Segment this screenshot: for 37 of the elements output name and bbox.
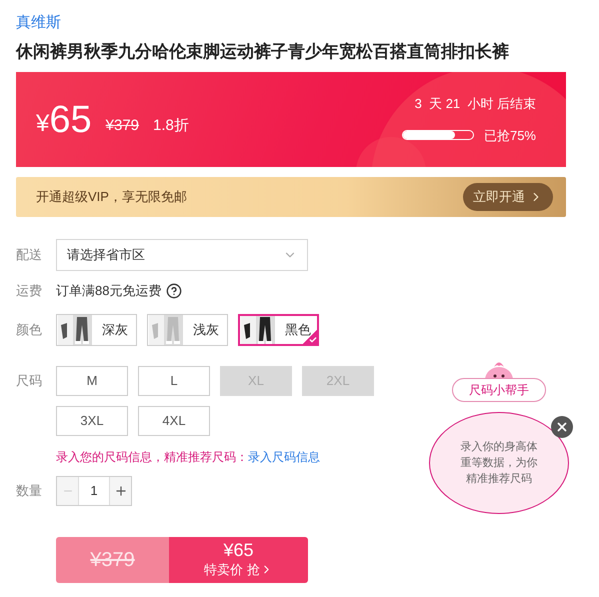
region-select[interactable]: 请选择省市区 (56, 239, 308, 271)
size-info-link[interactable]: 录入尺码信息 (248, 448, 320, 466)
help-icon[interactable] (166, 282, 182, 299)
countdown-text: 3 天 21 小时 后结束 (414, 95, 536, 113)
quantity-input[interactable]: 1 (79, 476, 109, 504)
discount-text: 1.8折 (153, 116, 189, 136)
close-button[interactable] (551, 416, 573, 438)
size-option[interactable]: L (138, 366, 210, 396)
helper-title-badge[interactable]: 尺码小帮手 (452, 378, 546, 402)
close-icon (555, 420, 569, 434)
sold-percent: 已抢75% (484, 126, 536, 144)
original-price: ¥379 (106, 116, 140, 136)
field-label: 尺码 (16, 372, 43, 390)
vip-text: 开通超级VIP，享无限免邮 (36, 188, 187, 206)
color-option[interactable]: 浅灰 (147, 314, 228, 346)
field-label: 运费 (16, 282, 43, 300)
size-option[interactable]: 3XL (56, 406, 128, 436)
color-option[interactable]: 黑色 (238, 314, 319, 346)
size-hint-text: 录入您的尺码信息，精准推荐尺码： (56, 448, 248, 466)
field-label: 配送 (16, 246, 43, 264)
currency-symbol: ¥ (36, 108, 50, 138)
vip-open-button[interactable]: 立即开通 (463, 183, 553, 211)
helper-message: 录入你的身高体重等数据，为你精准推荐尺码 (460, 440, 538, 487)
quantity-stepper[interactable]: 1 (56, 476, 132, 506)
size-option[interactable]: M (56, 366, 128, 396)
plus-button[interactable] (109, 476, 131, 504)
original-price: ¥379 (90, 548, 135, 572)
brand-link[interactable]: 真维斯 (16, 12, 583, 34)
size-option[interactable]: 4XL (138, 406, 210, 436)
field-label: 颜色 (16, 320, 43, 339)
buy-button[interactable]: ¥65 特卖价 抢 (169, 536, 308, 582)
field-label: 数量 (16, 482, 43, 500)
plus-icon (114, 484, 128, 498)
color-option[interactable]: 深灰 (56, 314, 137, 346)
shipping-text: 订单满88元免运费 (56, 282, 162, 300)
product-title: 休闲裤男秋季九分哈伦束脚运动裤子青少年宽松百搭直筒排扣长裤 (16, 41, 510, 63)
promo-price: 65 (49, 98, 92, 140)
